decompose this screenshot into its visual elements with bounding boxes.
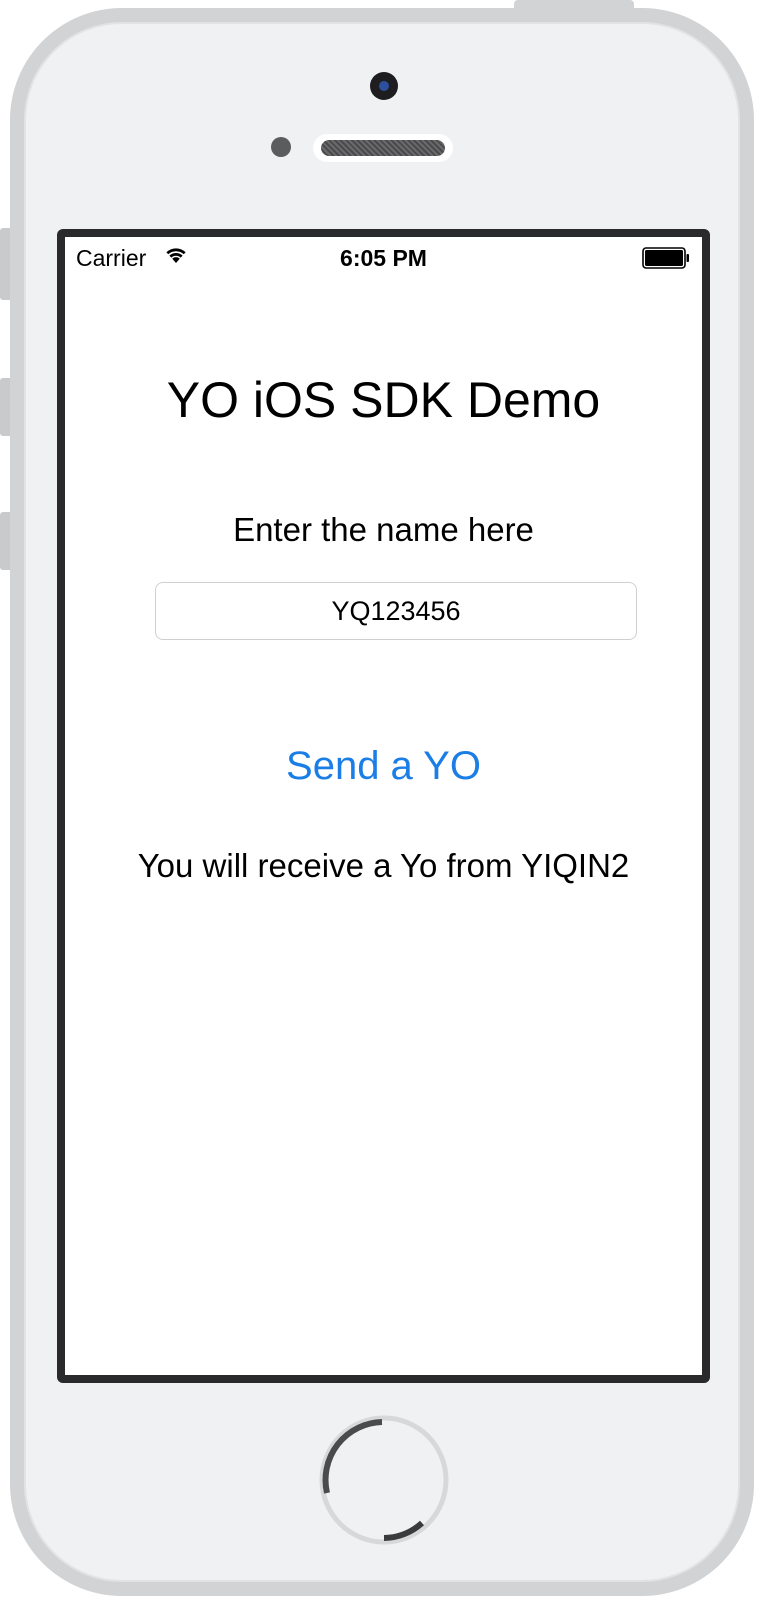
volume-up-button xyxy=(0,378,10,436)
earpiece-speaker-icon xyxy=(313,134,453,162)
name-prompt-label: Enter the name here xyxy=(233,511,534,548)
power-button xyxy=(514,0,634,10)
mute-switch xyxy=(0,228,10,300)
status-bar: Carrier 6:05 PM xyxy=(65,237,702,279)
name-input[interactable] xyxy=(155,582,637,640)
front-camera-icon xyxy=(370,72,398,100)
status-time: 6:05 PM xyxy=(340,245,427,271)
battery-icon xyxy=(642,247,689,269)
proximity-sensor-icon xyxy=(271,137,291,157)
app-screen: Carrier 6:05 PM YO iOS SDK Demo Enter th… xyxy=(65,237,702,1375)
send-yo-button[interactable]: Send a YO xyxy=(265,734,502,798)
result-message: You will receive a Yo from YIQIN2 xyxy=(137,847,630,884)
page-title: YO iOS SDK Demo xyxy=(166,372,601,428)
home-button[interactable] xyxy=(319,1415,449,1545)
volume-down-button xyxy=(0,512,10,570)
